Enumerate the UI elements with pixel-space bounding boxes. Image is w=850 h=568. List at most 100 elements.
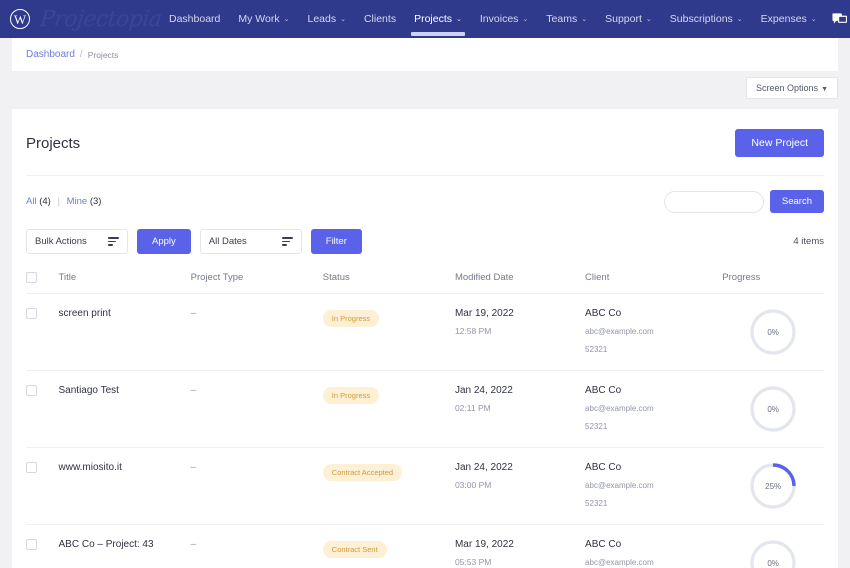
- select-all-header: [26, 264, 59, 294]
- main-menu: Dashboard My Work ⌄ Leads ⌄ Clients Projects ⌄ I…: [160, 0, 826, 38]
- chevron-down-icon: ⌄: [810, 16, 817, 23]
- project-title-link[interactable]: ABC Co – Project: 43: [59, 539, 191, 550]
- view-count-all: (4): [39, 196, 51, 207]
- column-header-project-type[interactable]: Project Type: [190, 264, 323, 294]
- nav-item-support[interactable]: Support ⌄: [596, 0, 661, 38]
- modified-time-value: 02:11 PM: [454, 403, 491, 413]
- cell-progress: 25%: [722, 447, 824, 525]
- client-name[interactable]: ABC Co: [585, 385, 722, 396]
- view-divider: |: [57, 196, 60, 207]
- row-checkbox[interactable]: [26, 539, 37, 550]
- progress-wrap: 25%: [722, 462, 824, 510]
- project-title-link[interactable]: screen print: [59, 308, 191, 319]
- cell-progress: 0%: [722, 524, 824, 568]
- nav-item-expenses[interactable]: Expenses ⌄: [752, 0, 826, 38]
- modified-time-value: 05:53 PM: [454, 557, 492, 567]
- nav-right-group: Walter White: [826, 0, 850, 38]
- cell-title: screen print: [58, 293, 191, 371]
- row-select-cell: [26, 447, 59, 525]
- wordpress-icon[interactable]: W: [10, 9, 30, 29]
- row-checkbox[interactable]: [26, 385, 37, 396]
- cell-title: Santiago Test: [58, 370, 191, 448]
- nav-item-my-work[interactable]: My Work ⌄: [229, 0, 298, 38]
- screen-options-button[interactable]: Screen Options ▼: [746, 76, 838, 99]
- nav-item-label: Expenses: [760, 13, 807, 25]
- bulk-actions-select-top[interactable]: Bulk Actions: [26, 229, 128, 254]
- table-body: screen print – In Progress Mar 19, 2022 12:5…: [26, 293, 824, 568]
- modified-date-value: Jan 24, 2022: [454, 462, 513, 473]
- cell-project-type: –: [190, 447, 323, 525]
- new-project-button[interactable]: New Project: [735, 129, 824, 157]
- nav-item-subscriptions[interactable]: Subscriptions ⌄: [661, 0, 752, 38]
- views-and-search-row: All (4) | Mine (3) Search: [26, 176, 824, 221]
- nav-item-projects[interactable]: Projects ⌄: [405, 0, 471, 38]
- table-header-row: Title Project Type Status Modified Date …: [26, 264, 824, 294]
- projects-table: Title Project Type Status Modified Date …: [26, 264, 824, 568]
- chat-icon[interactable]: [826, 0, 850, 38]
- client-email: abc@example.com: [585, 558, 654, 567]
- cell-modified-date: Jan 24, 2022 03:00 PM: [454, 447, 586, 525]
- column-header-client[interactable]: Client: [585, 264, 723, 294]
- table-header: Title Project Type Status Modified Date …: [26, 264, 824, 294]
- cell-client: ABC Co abc@example.com 52321: [585, 447, 723, 525]
- cell-status: In Progress: [322, 293, 455, 371]
- view-count-mine: (3): [89, 196, 102, 207]
- row-checkbox[interactable]: [26, 462, 37, 473]
- table-row[interactable]: Santiago Test – In Progress Jan 24, 2022 02:…: [26, 370, 824, 448]
- client-email: abc@example.com: [585, 481, 654, 490]
- apply-button-top[interactable]: Apply: [137, 229, 191, 254]
- cell-progress: 0%: [722, 293, 824, 371]
- brand-logo-text: Projectopia: [38, 6, 163, 32]
- chevron-down-icon: ⌄: [736, 16, 743, 23]
- modified-date-value: Mar 19, 2022: [454, 539, 514, 550]
- client-name[interactable]: ABC Co: [585, 462, 722, 473]
- brand-area[interactable]: W Projectopia: [0, 0, 163, 38]
- table-row[interactable]: screen print – In Progress Mar 19, 2022 12:5…: [26, 293, 824, 371]
- filter-button[interactable]: Filter: [310, 229, 362, 254]
- progress-percent-label: 0%: [767, 404, 779, 414]
- date-filter-select[interactable]: All Dates: [199, 229, 302, 254]
- screen-options-bar: Screen Options ▼: [0, 71, 850, 104]
- cell-progress: 0%: [722, 370, 824, 448]
- column-header-title[interactable]: Title: [58, 264, 191, 294]
- project-title-link[interactable]: Santiago Test: [59, 385, 191, 396]
- cell-modified-date: Jan 24, 2022 02:11 PM: [454, 370, 586, 448]
- cell-status: In Progress: [322, 370, 455, 448]
- cell-title: ABC Co – Project: 43: [58, 524, 191, 568]
- date-filter-label: All Dates: [208, 236, 247, 247]
- filter-lines-icon: [108, 237, 119, 246]
- nav-item-clients[interactable]: Clients: [355, 0, 405, 38]
- column-header-progress[interactable]: Progress: [722, 264, 824, 294]
- modified-time-value: 03:00 PM: [454, 480, 492, 490]
- status-badge: Contract Accepted: [322, 464, 403, 481]
- breadcrumb-dashboard-link[interactable]: Dashboard: [26, 49, 75, 60]
- column-header-status[interactable]: Status: [322, 264, 455, 294]
- chevron-down-icon: ⌄: [456, 16, 462, 23]
- table-row[interactable]: www.miosito.it – Contract Accepted Jan 24, …: [26, 447, 824, 525]
- nav-item-label: Subscriptions: [669, 13, 733, 25]
- client-id: 52321: [585, 422, 608, 431]
- modified-date-value: Jan 24, 2022: [454, 385, 513, 396]
- nav-item-teams[interactable]: Teams ⌄: [537, 0, 596, 38]
- nav-item-leads[interactable]: Leads ⌄: [298, 0, 354, 38]
- cell-project-type: –: [190, 524, 323, 568]
- view-link-mine[interactable]: Mine: [67, 196, 88, 207]
- cell-project-type: –: [190, 370, 323, 448]
- project-title-link[interactable]: www.miosito.it: [59, 462, 191, 473]
- progress-wrap: 0%: [722, 308, 824, 356]
- select-all-checkbox[interactable]: [26, 272, 37, 283]
- search-input[interactable]: [663, 190, 764, 213]
- view-link-all[interactable]: All: [26, 196, 37, 207]
- items-count-top: 4 items: [793, 236, 824, 247]
- nav-item-invoices[interactable]: Invoices ⌄: [471, 0, 537, 38]
- table-row[interactable]: ABC Co – Project: 43– Contract Sent Mar 19…: [26, 524, 824, 568]
- nav-item-dashboard[interactable]: Dashboard: [160, 0, 229, 38]
- progress-ring: 0%: [749, 385, 797, 433]
- column-header-modified-date[interactable]: Modified Date: [454, 264, 586, 294]
- client-name[interactable]: ABC Co: [585, 539, 722, 550]
- search-button[interactable]: Search: [769, 190, 824, 213]
- row-checkbox[interactable]: [26, 308, 37, 319]
- chevron-down-icon: ⌄: [645, 16, 652, 23]
- progress-percent-label: 0%: [767, 558, 779, 568]
- client-name[interactable]: ABC Co: [585, 308, 722, 319]
